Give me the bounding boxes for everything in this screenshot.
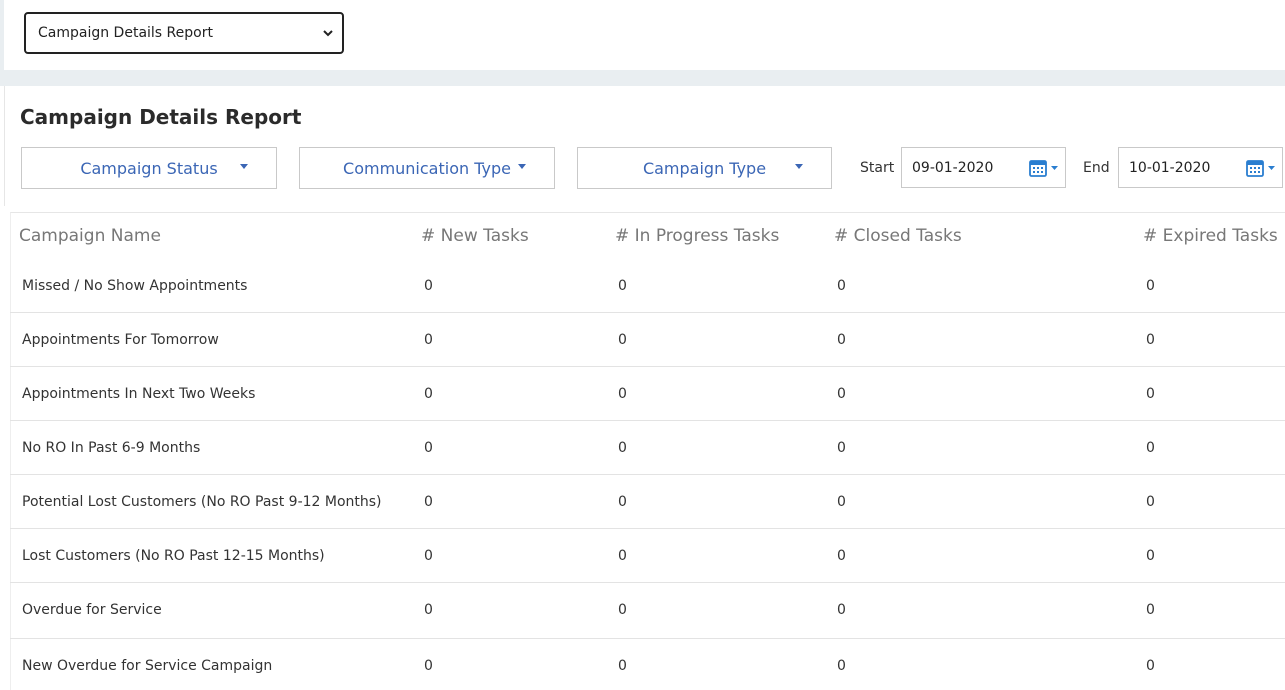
in-progress-tasks-cell: 0 [618, 548, 627, 564]
expired-tasks-cell: 0 [1146, 602, 1155, 618]
in-progress-tasks-cell: 0 [618, 386, 627, 402]
new-tasks-cell: 0 [424, 278, 433, 294]
in-progress-tasks-cell: 0 [618, 440, 627, 456]
campaign-status-filter-label: Campaign Status [80, 158, 218, 178]
report-select[interactable]: Campaign Details Report [24, 12, 344, 54]
closed-tasks-cell: 0 [837, 440, 846, 456]
header-in-progress-tasks: # In Progress Tasks [615, 226, 780, 246]
in-progress-tasks-cell: 0 [618, 494, 627, 510]
table-row [10, 583, 1285, 639]
closed-tasks-cell: 0 [837, 548, 846, 564]
campaign-status-filter[interactable]: Campaign Status [21, 147, 277, 189]
in-progress-tasks-cell: 0 [618, 332, 627, 348]
table-row [10, 421, 1285, 475]
in-progress-tasks-cell: 0 [618, 602, 627, 618]
chevron-down-icon [323, 30, 333, 37]
new-tasks-cell: 0 [424, 494, 433, 510]
campaign-name-cell: Potential Lost Customers (No RO Past 9-1… [22, 494, 382, 510]
campaign-name-cell: Missed / No Show Appointments [22, 278, 248, 294]
expired-tasks-cell: 0 [1146, 548, 1155, 564]
calendar-icon[interactable] [1028, 158, 1062, 178]
campaign-name-cell: New Overdue for Service Campaign [22, 658, 273, 674]
new-tasks-cell: 0 [424, 440, 433, 456]
caret-down-icon [518, 164, 526, 169]
campaign-name-cell: Appointments For Tomorrow [22, 332, 219, 348]
campaign-name-cell: Appointments In Next Two Weeks [22, 386, 256, 402]
caret-down-icon [795, 164, 803, 169]
caret-down-icon [240, 164, 248, 169]
in-progress-tasks-cell: 0 [618, 278, 627, 294]
communication-type-filter[interactable]: Communication Type [299, 147, 555, 189]
header-closed-tasks: # Closed Tasks [834, 226, 962, 246]
campaign-name-cell: Lost Customers (No RO Past 12-15 Months) [22, 548, 325, 564]
header-expired-tasks: # Expired Tasks [1143, 226, 1278, 246]
closed-tasks-cell: 0 [837, 658, 846, 674]
new-tasks-cell: 0 [424, 658, 433, 674]
closed-tasks-cell: 0 [837, 278, 846, 294]
page-title: Campaign Details Report [20, 105, 302, 129]
in-progress-tasks-cell: 0 [618, 658, 627, 674]
closed-tasks-cell: 0 [837, 386, 846, 402]
expired-tasks-cell: 0 [1146, 332, 1155, 348]
section-divider [0, 70, 1285, 86]
end-date-field[interactable]: 10-01-2020 [1118, 147, 1283, 188]
expired-tasks-cell: 0 [1146, 278, 1155, 294]
new-tasks-cell: 0 [424, 602, 433, 618]
start-date-value: 09-01-2020 [912, 159, 994, 176]
expired-tasks-cell: 0 [1146, 440, 1155, 456]
end-date-label: End [1083, 160, 1110, 176]
expired-tasks-cell: 0 [1146, 386, 1155, 402]
campaign-name-cell: No RO In Past 6-9 Months [22, 440, 201, 456]
start-date-label: Start [860, 160, 895, 176]
calendar-icon[interactable] [1245, 158, 1279, 178]
closed-tasks-cell: 0 [837, 602, 846, 618]
new-tasks-cell: 0 [424, 386, 433, 402]
expired-tasks-cell: 0 [1146, 658, 1155, 674]
header-new-tasks: # New Tasks [421, 226, 529, 246]
expired-tasks-cell: 0 [1146, 494, 1155, 510]
start-date-field[interactable]: 09-01-2020 [901, 147, 1066, 188]
closed-tasks-cell: 0 [837, 494, 846, 510]
closed-tasks-cell: 0 [837, 332, 846, 348]
campaign-type-filter[interactable]: Campaign Type [577, 147, 832, 189]
header-campaign-name: Campaign Name [19, 226, 161, 246]
campaign-name-cell: Overdue for Service [22, 602, 162, 618]
campaign-type-filter-label: Campaign Type [642, 158, 767, 178]
new-tasks-cell: 0 [424, 548, 433, 564]
new-tasks-cell: 0 [424, 332, 433, 348]
communication-type-filter-label: Communication Type [343, 158, 511, 178]
report-select-value: Campaign Details Report [38, 25, 213, 41]
end-date-value: 10-01-2020 [1129, 159, 1211, 176]
